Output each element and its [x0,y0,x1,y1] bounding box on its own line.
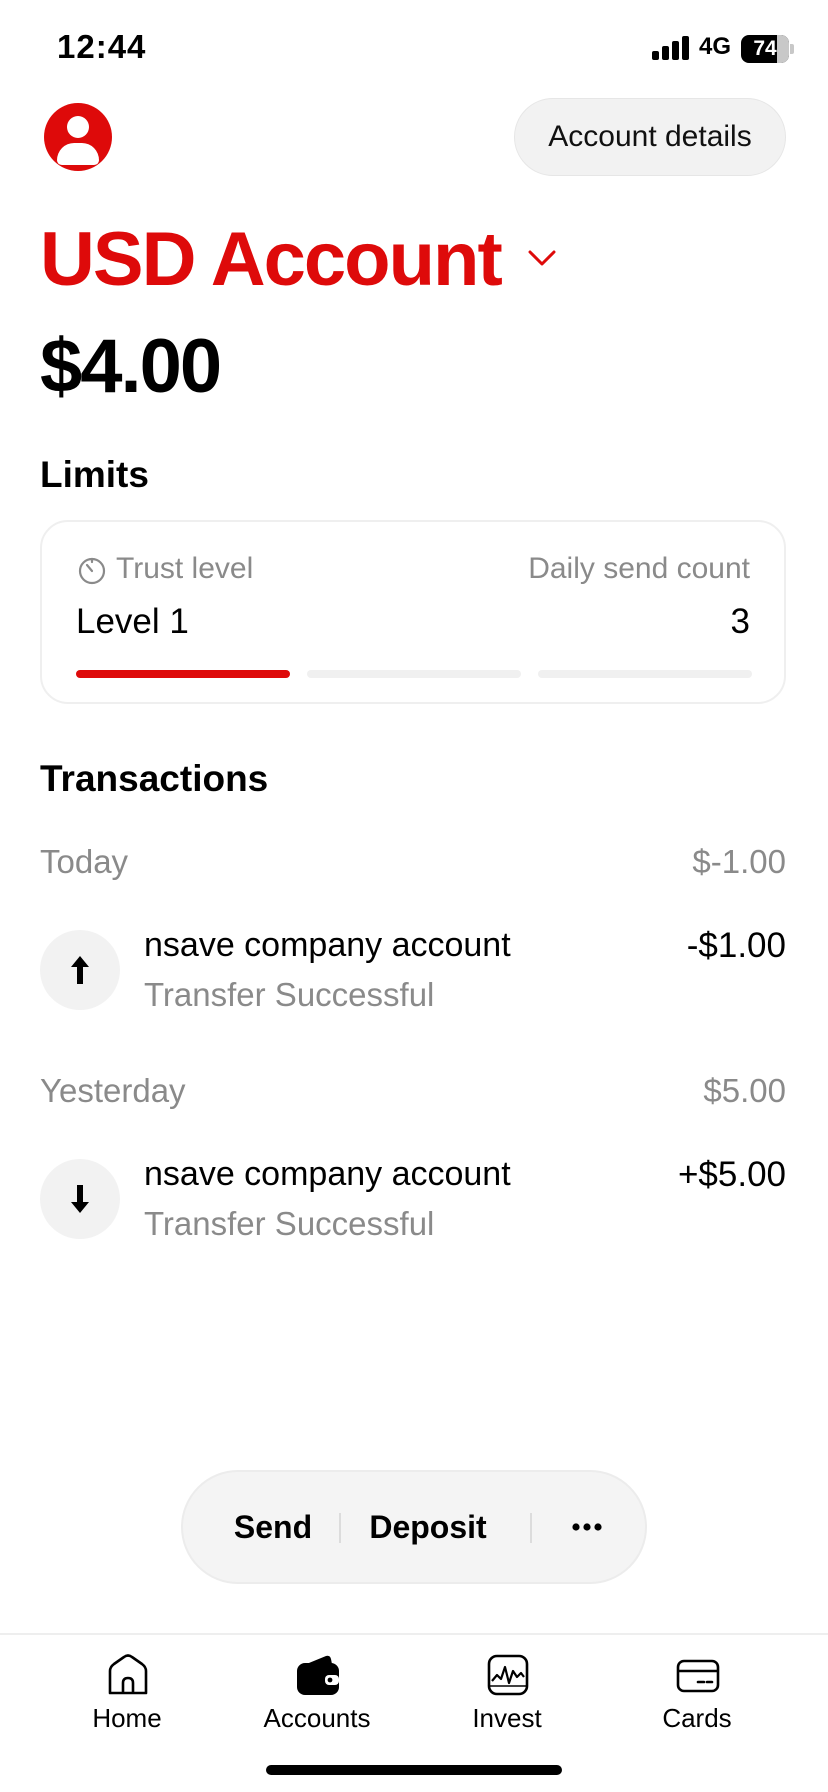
arrow-down-icon [71,1185,89,1213]
signal-icon [652,36,692,60]
timer-icon [78,557,106,585]
tx-direction-in [40,1159,120,1239]
tab-label: Accounts [263,1703,371,1733]
limits-card[interactable]: Trust level Level 1 Daily send count 3 [40,520,786,704]
wallet-icon [297,1655,339,1695]
account-title[interactable]: USD Account [40,216,503,303]
tx-direction-out [40,930,120,1010]
battery-icon: 74 [741,35,789,63]
trust-progress-segment-2 [307,670,521,678]
arrow-up-icon [71,956,89,984]
trust-level-value: Level 1 [76,602,189,641]
tab-cards[interactable]: Cards [602,1635,792,1755]
tab-label: Home [92,1703,162,1733]
tx-amount: -$1.00 [686,926,786,965]
tab-accounts[interactable]: Accounts [222,1635,412,1755]
tx-group-label-yesterday: Yesterday [40,1072,186,1109]
trust-progress-segment-1 [76,670,290,678]
tab-home[interactable]: Home [32,1635,222,1755]
tab-label: Cards [662,1703,732,1733]
trust-progress-segment-3 [538,670,752,678]
card-icon [676,1659,720,1693]
transactions-heading: Transactions [40,758,269,799]
daily-send-count-label: Daily send count [528,552,750,585]
tx-name[interactable]: nsave company account [144,1155,511,1194]
battery-level: 74 [753,37,777,60]
trust-level-label: Trust level [116,552,254,585]
tx-group-label-today: Today [40,843,129,880]
tx-name[interactable]: nsave company account [144,926,511,965]
tx-status: Transfer Successful [144,976,435,1013]
action-bar: Send Deposit [181,1470,647,1584]
send-button[interactable]: Send [203,1472,343,1582]
account-balance: $4.00 [40,324,222,409]
home-indicator [266,1765,562,1775]
chevron-down-icon[interactable] [527,248,557,268]
home-icon [108,1654,148,1695]
chart-icon [487,1654,529,1696]
tx-amount: +$5.00 [677,1155,786,1194]
tab-label: Invest [472,1703,542,1733]
status-bar: 12:44 4G 74 [0,0,828,100]
pill-divider [339,1513,341,1543]
battery-tip [790,44,794,54]
tx-group-total-today: $-1.00 [692,843,786,880]
deposit-button[interactable]: Deposit [353,1472,503,1582]
account-details-button[interactable]: Account details [514,98,786,176]
pill-divider [530,1513,532,1543]
tx-status: Transfer Successful [144,1205,435,1242]
more-icon[interactable] [571,1519,603,1535]
limits-heading: Limits [40,454,149,495]
network-type: 4G [699,33,732,60]
status-time: 12:44 [57,28,147,65]
daily-send-count-value: 3 [730,602,750,641]
tx-group-total-yesterday: $5.00 [703,1072,786,1109]
tab-invest[interactable]: Invest [412,1635,602,1755]
profile-avatar-button[interactable] [44,103,112,171]
